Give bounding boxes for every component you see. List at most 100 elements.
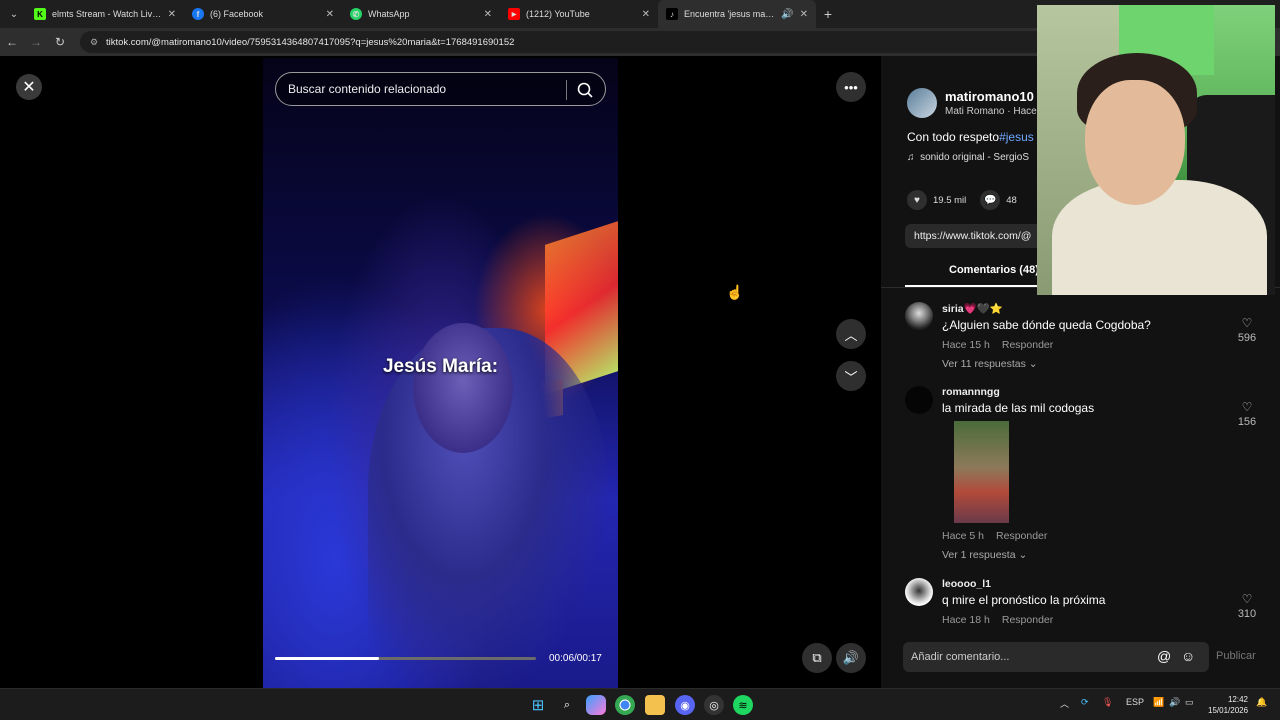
- comment-text: q mire el pronóstico la próxima: [942, 593, 1106, 607]
- search-icon[interactable]: ⌕: [557, 695, 577, 715]
- like-button[interactable]: ♥ 19.5 mil: [907, 190, 966, 210]
- music-title: sonido original - SergioS: [920, 152, 1030, 163]
- battery-icon[interactable]: ▭: [1185, 697, 1194, 708]
- avatar[interactable]: [907, 88, 937, 118]
- tab-comments[interactable]: Comentarios (48): [949, 264, 1039, 276]
- comment-input[interactable]: Añadir comentario... @ ☺: [903, 642, 1209, 672]
- wifi-icon[interactable]: 📶: [1153, 697, 1164, 708]
- search-icon[interactable]: [575, 80, 595, 100]
- view-replies-button[interactable]: Ver 11 respuestas ⌄: [942, 358, 1232, 370]
- comment-likes: 310: [1237, 608, 1257, 620]
- tab-label: WhatsApp: [368, 9, 410, 19]
- reload-icon[interactable]: ↻: [48, 35, 72, 49]
- publish-button[interactable]: Publicar: [1216, 650, 1256, 662]
- site-info-icon[interactable]: ⚙: [90, 37, 100, 47]
- tab-whatsapp[interactable]: ✆ WhatsApp ✕: [342, 0, 500, 28]
- comment-image[interactable]: [954, 421, 1009, 523]
- video-frame-face: [413, 323, 513, 453]
- url-field[interactable]: ⚙ tiktok.com/@matiromano10/video/7595314…: [80, 31, 1060, 53]
- microphone-icon[interactable]: 🎙: [1102, 697, 1113, 708]
- forward-icon[interactable]: →: [24, 35, 48, 49]
- avatar[interactable]: [905, 302, 933, 330]
- heart-outline-icon: ♡: [1241, 400, 1253, 414]
- back-icon[interactable]: ←: [0, 35, 24, 49]
- copilot-icon[interactable]: [586, 695, 606, 715]
- close-button[interactable]: ✕: [16, 74, 42, 100]
- hashtag-link[interactable]: #jesus: [999, 130, 1034, 144]
- discord-icon[interactable]: ◉: [675, 695, 695, 715]
- tab-search-chevron-icon[interactable]: ⌄: [2, 4, 26, 24]
- tab-kick[interactable]: K elmts Stream - Watch Live on K ✕: [26, 0, 184, 28]
- more-options-button[interactable]: •••: [836, 72, 866, 102]
- copy-link-field[interactable]: https://www.tiktok.com/@: [905, 224, 1055, 248]
- tray-chevron-icon[interactable]: ︿: [1060, 697, 1069, 710]
- previous-video-button[interactable]: ︿: [836, 319, 866, 349]
- avatar[interactable]: [905, 386, 933, 414]
- system-clock[interactable]: 12:42 15/01/2026: [1208, 694, 1248, 716]
- music-note-icon: ♫: [907, 152, 915, 163]
- sync-icon[interactable]: ⟳: [1081, 697, 1089, 708]
- comment-time: Hace 5 h: [942, 530, 985, 542]
- notification-icon[interactable]: 🔔: [1256, 697, 1267, 708]
- heart-outline-icon: ♡: [1241, 592, 1253, 606]
- tab-tiktok[interactable]: ♪ Encuentra 'jesus maria' en 🔊 ✕: [658, 0, 816, 28]
- post-stats: ♥ 19.5 mil 💬 48: [907, 190, 1031, 210]
- comment-item: leoooo_l1 q mire el pronóstico la próxim…: [905, 578, 1265, 628]
- reply-button[interactable]: Responder: [1002, 339, 1053, 351]
- comment-icon: 💬: [980, 190, 1001, 210]
- speaker-icon[interactable]: 🔊: [781, 9, 793, 20]
- tab-close-icon[interactable]: ✕: [800, 9, 808, 20]
- language-indicator[interactable]: ESP: [1126, 697, 1144, 707]
- comment-username[interactable]: siria💗🖤⭐: [942, 302, 1232, 315]
- tab-facebook[interactable]: f (6) Facebook ✕: [184, 0, 342, 28]
- heart-outline-icon: ♡: [1241, 316, 1253, 330]
- new-tab-button[interactable]: +: [816, 6, 840, 22]
- clock-time: 12:42: [1227, 695, 1248, 704]
- comment-like-button[interactable]: ♡ 596: [1229, 316, 1265, 344]
- emoji-icon[interactable]: ☺: [1181, 648, 1195, 664]
- reply-button[interactable]: Responder: [996, 530, 1047, 542]
- related-search-input[interactable]: Buscar contenido relacionado: [275, 72, 606, 106]
- search-placeholder: Buscar contenido relacionado: [288, 82, 447, 96]
- mention-icon[interactable]: @: [1157, 648, 1171, 664]
- file-explorer-icon[interactable]: [645, 695, 665, 715]
- webcam-overlay: [1037, 5, 1275, 295]
- comment-username[interactable]: leoooo_l1: [942, 578, 1232, 590]
- youtube-icon: ▶: [508, 8, 520, 20]
- chevron-up-icon: ︿: [844, 327, 858, 343]
- tab-close-icon[interactable]: ✕: [168, 9, 176, 20]
- facebook-icon: f: [192, 8, 204, 20]
- floating-player-button[interactable]: ⧉: [802, 643, 832, 673]
- comment-placeholder: Añadir comentario...: [911, 651, 1010, 663]
- chrome-icon[interactable]: [615, 695, 635, 715]
- video-caption: Jesús María:: [382, 356, 499, 377]
- search-divider: [566, 80, 567, 100]
- next-video-button[interactable]: ﹀: [836, 361, 866, 391]
- video-progress-fill: [275, 657, 380, 660]
- whatsapp-icon: ✆: [350, 8, 362, 20]
- avatar[interactable]: [905, 578, 933, 606]
- tab-close-icon[interactable]: ✕: [484, 9, 492, 20]
- view-replies-button[interactable]: Ver 1 respuesta ⌄: [942, 549, 1232, 561]
- chevron-down-icon: ﹀: [844, 369, 858, 385]
- reply-button[interactable]: Responder: [1002, 614, 1053, 626]
- comment-like-button[interactable]: ♡ 156: [1229, 400, 1265, 428]
- post-description: Con todo respeto#jesus: [907, 130, 1034, 144]
- tab-close-icon[interactable]: ✕: [326, 9, 334, 20]
- volume-button[interactable]: 🔊: [836, 643, 866, 673]
- spotify-icon[interactable]: ≋: [733, 695, 753, 715]
- comments-button[interactable]: 💬 48: [980, 190, 1017, 210]
- comment-like-button[interactable]: ♡ 310: [1229, 592, 1265, 620]
- obs-icon[interactable]: ◎: [704, 695, 724, 715]
- music-link[interactable]: ♫ sonido original - SergioS: [907, 152, 1029, 163]
- comment-username[interactable]: romannngg: [942, 386, 1232, 398]
- close-icon: ✕: [22, 79, 36, 96]
- video-progress-bar[interactable]: [275, 657, 536, 660]
- volume-icon[interactable]: 🔊: [1169, 697, 1180, 708]
- post-author[interactable]: matiromano10 Mati Romano · Hace: [907, 88, 1037, 118]
- windows-start-icon[interactable]: ⊞: [528, 695, 548, 715]
- author-username[interactable]: matiromano10: [945, 89, 1037, 104]
- tab-youtube[interactable]: ▶ (1212) YouTube ✕: [500, 0, 658, 28]
- tab-close-icon[interactable]: ✕: [642, 9, 650, 20]
- comment-item: romannngg la mirada de las mil codogas H…: [905, 386, 1265, 566]
